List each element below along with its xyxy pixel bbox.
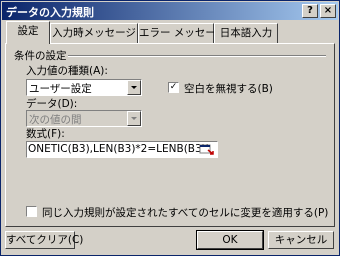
apply-all-label[interactable]: 同じ入力規則が設定されたすべてのセルに変更を適用する(P): [42, 205, 328, 220]
allow-dropdown-value: ユーザー設定: [29, 83, 92, 95]
window-title: データの入力規則: [6, 6, 94, 19]
title-bar[interactable]: データの入力規則 ? ×: [2, 2, 338, 20]
formula-value: ONETIC(B3),LEN(B3)*2=LENB(B3)): [28, 143, 210, 155]
data-dropdown-value: 次の値の間: [29, 114, 82, 126]
data-dropdown: 次の値の間: [26, 110, 142, 127]
tab-input-message[interactable]: 入力時メッセージ: [50, 23, 138, 43]
allow-dropdown[interactable]: ユーザー設定: [26, 79, 142, 96]
tab-error-message[interactable]: エラー メッセージ: [138, 23, 226, 43]
collapse-dialog-icon[interactable]: [199, 143, 215, 156]
group-divider: [68, 55, 326, 57]
cancel-button[interactable]: キャンセル: [268, 231, 334, 249]
ignore-blank-label[interactable]: 空白を無視する(B): [184, 81, 273, 96]
formula-input[interactable]: ONETIC(B3),LEN(B3)*2=LENB(B3)): [26, 141, 218, 158]
close-button[interactable]: ×: [320, 4, 336, 18]
settings-panel: 条件の設定 入力値の種類(A): ユーザー設定 ✓ 空白を無視する(B) データ…: [5, 43, 335, 227]
chevron-down-icon: [131, 86, 137, 89]
apply-all-checkbox[interactable]: [26, 206, 37, 217]
clear-all-button[interactable]: すべてクリア(C): [5, 231, 83, 249]
allow-label: 入力値の種類(A):: [26, 65, 108, 77]
tab-japanese-input[interactable]: 日本語入力: [214, 23, 278, 43]
data-dropdown-button: [127, 111, 141, 126]
tab-settings[interactable]: 設定: [6, 21, 50, 44]
formula-label: 数式(F):: [26, 128, 65, 140]
data-label: データ(D):: [26, 98, 78, 110]
criteria-group-label: 条件の設定: [14, 50, 67, 62]
help-button[interactable]: ?: [302, 4, 318, 18]
chevron-down-icon: [131, 117, 137, 120]
ignore-blank-checkbox[interactable]: ✓: [168, 82, 179, 93]
ok-button[interactable]: OK: [196, 230, 264, 250]
allow-dropdown-button[interactable]: [127, 80, 141, 95]
dialog-window: データの入力規則 ? × 設定 入力時メッセージ エラー メッセージ 日本語入力…: [0, 0, 340, 256]
